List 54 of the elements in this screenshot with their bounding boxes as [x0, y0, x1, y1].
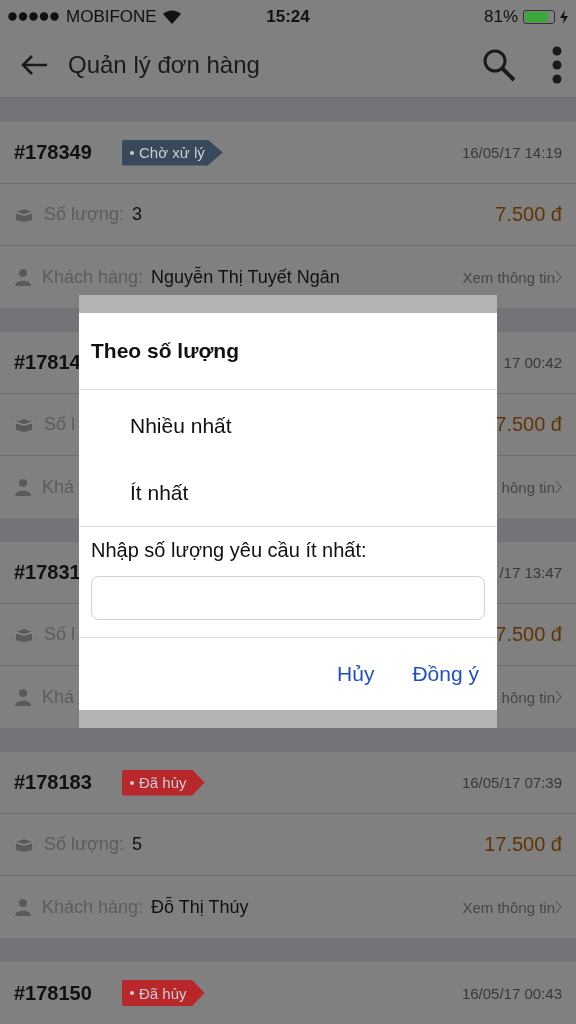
carrier-name: MOBIFONE	[66, 6, 157, 27]
box-icon	[14, 416, 34, 433]
order-price: 7.500 đ	[495, 413, 562, 436]
order-date: 16/05/17 07:39	[461, 774, 562, 791]
order-number: #17814	[14, 351, 82, 374]
order-number: #17831	[14, 561, 82, 584]
box-icon	[14, 836, 34, 853]
customer-name: Đỗ Thị Thúy	[151, 896, 249, 918]
input-label: Nhập số lượng yêu cầu ít nhất:	[90, 538, 368, 562]
status-tag: Đã hủy	[122, 980, 205, 1006]
order-number: #178349	[14, 141, 93, 164]
view-info-link[interactable]: hông tin	[501, 478, 555, 496]
order-card[interactable]: #178150 Đã hủy 16/05/17 00:43	[0, 962, 576, 1024]
view-info-link[interactable]: hông tin	[501, 688, 555, 706]
order-price: 7.500 đ	[495, 203, 562, 226]
quantity-input[interactable]	[91, 576, 485, 620]
status-tag: Đã hủy	[122, 769, 205, 796]
chevron-icon	[555, 480, 562, 494]
dialog-title: Theo số lượng	[79, 313, 497, 390]
person-icon	[14, 478, 32, 496]
order-date: 17 00:42	[503, 354, 562, 371]
customer-name: Nguyễn Thị Tuyết Ngân	[151, 266, 340, 288]
back-arrow-icon[interactable]	[20, 54, 48, 76]
order-date: /17 13:47	[499, 564, 562, 581]
chevron-icon	[555, 900, 562, 914]
battery-percentage: 81%	[484, 6, 518, 27]
quantity-value: 5	[131, 834, 142, 855]
lightning-icon	[560, 9, 568, 24]
quantity-value: 3	[131, 204, 142, 225]
person-icon	[14, 898, 32, 916]
search-icon[interactable]	[482, 48, 516, 82]
battery-icon	[523, 9, 555, 24]
wifi-icon	[162, 9, 181, 24]
screen-title: Quản lý đơn hàng	[68, 51, 261, 79]
box-icon	[14, 626, 34, 643]
chevron-icon	[555, 270, 562, 284]
signal-icon	[8, 12, 60, 21]
sort-option[interactable]: Nhiều nhất	[79, 392, 497, 459]
person-icon	[14, 688, 32, 706]
more-options-icon[interactable]	[552, 46, 562, 84]
clock: 15:24	[265, 6, 311, 27]
status-tag: Chờ xử lý	[122, 139, 223, 166]
order-price: 7.500 đ	[495, 623, 562, 646]
order-price: 17.500 đ	[484, 833, 562, 856]
box-icon	[14, 206, 34, 223]
sort-option[interactable]: Ít nhất	[79, 459, 497, 526]
chevron-icon	[555, 690, 562, 704]
order-date: 16/05/17 00:43	[461, 984, 562, 1002]
confirm-button[interactable]: Đồng ý	[412, 662, 479, 686]
cancel-button[interactable]: Hủy	[337, 662, 375, 686]
order-date: 16/05/17 14:19	[461, 144, 562, 161]
order-number: #178183	[14, 771, 93, 794]
order-number: #178150	[14, 981, 93, 1005]
person-icon	[14, 268, 32, 286]
